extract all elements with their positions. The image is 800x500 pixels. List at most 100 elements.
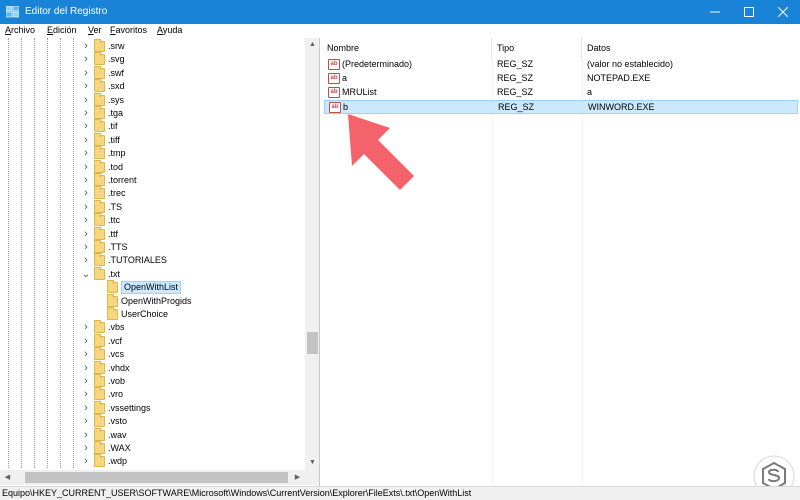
folder-icon [94, 400, 105, 414]
folder-icon [94, 320, 105, 334]
tree-item[interactable]: › .tiff [0, 132, 305, 147]
tree-item-label: .vbs [108, 322, 125, 333]
folder-icon [94, 52, 105, 66]
tree-item[interactable]: › .ttc [0, 213, 305, 227]
chevron-right-icon[interactable]: › [81, 187, 91, 200]
chevron-right-icon[interactable]: › [81, 40, 91, 53]
scroll-thumb[interactable] [307, 332, 318, 354]
menu-ayuda[interactable]: Ayuda [157, 25, 182, 35]
tree-item[interactable]: › .tga [0, 106, 305, 120]
title-bar[interactable]: Editor del Registro [0, 0, 800, 24]
close-button[interactable] [766, 0, 800, 24]
tree-item[interactable]: › .torrent [0, 173, 305, 187]
menu-edicion[interactable]: Edición [47, 25, 77, 35]
scroll-up-icon[interactable]: ▲ [305, 38, 319, 52]
chevron-right-icon[interactable]: › [81, 415, 91, 428]
chevron-right-icon[interactable]: › [81, 174, 91, 187]
tree-item[interactable]: › .TS [0, 199, 305, 214]
scroll-right-icon[interactable]: ▶ [290, 470, 305, 485]
folder-icon [94, 226, 105, 240]
chevron-right-icon[interactable]: › [81, 388, 91, 401]
value-row[interactable]: ab MRUList REG_SZ a [324, 86, 798, 100]
tree-item[interactable]: › .tif [0, 119, 305, 133]
tree-item[interactable]: › .vcf [0, 333, 305, 348]
tree-item[interactable]: › .ttf [0, 226, 305, 241]
chevron-right-icon[interactable]: › [81, 402, 91, 415]
chevron-right-icon[interactable]: › [81, 94, 91, 107]
value-type: REG_SZ [497, 73, 534, 83]
tree-item[interactable]: › .vbs [0, 320, 305, 334]
tree-horizontal-scrollbar[interactable]: ◀ ▶ [0, 470, 305, 485]
maximize-button[interactable] [732, 0, 766, 24]
chevron-right-icon[interactable]: › [81, 348, 91, 361]
chevron-right-icon[interactable]: › [81, 201, 91, 214]
menu-favoritos[interactable]: Favoritos [110, 25, 147, 35]
tree-item[interactable]: › .sys [0, 92, 305, 107]
tree-item[interactable]: OpenWithList [0, 280, 305, 295]
tree-item[interactable]: OpenWithProgids [0, 293, 305, 308]
tree-item[interactable]: › .tmp [0, 146, 305, 160]
tree-item[interactable]: › .TTS [0, 240, 305, 254]
chevron-right-icon[interactable]: › [81, 375, 91, 388]
chevron-right-icon[interactable]: › [81, 161, 91, 174]
scroll-left-icon[interactable]: ◀ [0, 470, 15, 485]
chevron-right-icon[interactable]: › [81, 321, 91, 334]
chevron-right-icon[interactable]: › [81, 107, 91, 120]
key-path: Equipo\HKEY_CURRENT_USER\SOFTWARE\Micros… [2, 488, 472, 498]
chevron-right-icon[interactable]: › [81, 455, 91, 468]
tree-item[interactable]: › .vhdx [0, 360, 305, 375]
chevron-right-icon[interactable]: › [81, 120, 91, 133]
tree-item[interactable]: › .wav [0, 427, 305, 442]
minimize-button[interactable] [698, 0, 732, 24]
tree-item[interactable]: › .vob [0, 374, 305, 388]
chevron-right-icon[interactable]: › [81, 254, 91, 267]
tree-item[interactable]: UserChoice [0, 307, 305, 321]
tree-item[interactable]: › .wdp [0, 454, 305, 468]
chevron-right-icon[interactable]: › [81, 241, 91, 254]
value-data: a [587, 87, 593, 97]
tree-item[interactable]: › .vro [0, 387, 305, 401]
chevron-right-icon[interactable]: › [81, 335, 91, 348]
tree-item[interactable]: › .sxd [0, 79, 305, 93]
tree-item[interactable]: › .WAX [0, 441, 305, 455]
tree-item[interactable]: › .srw [0, 39, 305, 53]
menu-archivo[interactable]: Archivo [5, 25, 35, 35]
chevron-down-icon[interactable]: ⌄ [81, 268, 91, 281]
column-header-tipo[interactable]: Tipo [492, 38, 582, 58]
folder-icon [94, 266, 105, 280]
tree-item[interactable]: › .vssettings [0, 400, 305, 415]
tree-item[interactable]: › .svg [0, 52, 305, 66]
column-header-nombre[interactable]: Nombre [322, 38, 492, 58]
folder-icon [94, 414, 105, 428]
folder-icon [94, 119, 105, 133]
chevron-right-icon[interactable]: › [81, 53, 91, 66]
tree-item[interactable]: › .TUTORIALES [0, 253, 305, 267]
value-row[interactable]: ab (Predeterminado) REG_SZ (valor no establ… [324, 58, 798, 72]
chevron-right-icon[interactable]: › [81, 134, 91, 147]
tree-vertical-scrollbar[interactable]: ▲ ▼ [305, 38, 319, 470]
scroll-down-icon[interactable]: ▼ [305, 456, 319, 470]
column-header-datos[interactable]: Datos [582, 38, 800, 58]
tree-item[interactable]: › .vcs [0, 347, 305, 361]
chevron-right-icon[interactable]: › [81, 80, 91, 93]
chevron-right-icon[interactable]: › [81, 442, 91, 455]
chevron-right-icon[interactable]: › [81, 67, 91, 80]
value-row[interactable]: ab a REG_SZ NOTEPAD.EXE [324, 72, 798, 86]
tree-item[interactable]: › .trec [0, 186, 305, 200]
tree-item[interactable]: › .vsto [0, 414, 305, 428]
chevron-right-icon[interactable]: › [81, 228, 91, 241]
column-separator [582, 58, 583, 484]
tree-item[interactable]: ⌄ .txt [0, 266, 305, 281]
chevron-right-icon[interactable]: › [81, 214, 91, 227]
menu-ver[interactable]: Ver [88, 25, 102, 35]
string-value-icon: ab [328, 87, 340, 98]
string-value-icon: ab [328, 73, 340, 84]
chevron-right-icon[interactable]: › [81, 362, 91, 375]
scroll-thumb[interactable] [25, 472, 288, 483]
folder-icon [94, 213, 105, 227]
chevron-right-icon[interactable]: › [81, 429, 91, 442]
tree-item-label: .wdp [108, 456, 128, 467]
chevron-right-icon[interactable]: › [81, 147, 91, 160]
tree-item[interactable]: › .tod [0, 159, 305, 174]
tree-item[interactable]: › .swf [0, 65, 305, 80]
